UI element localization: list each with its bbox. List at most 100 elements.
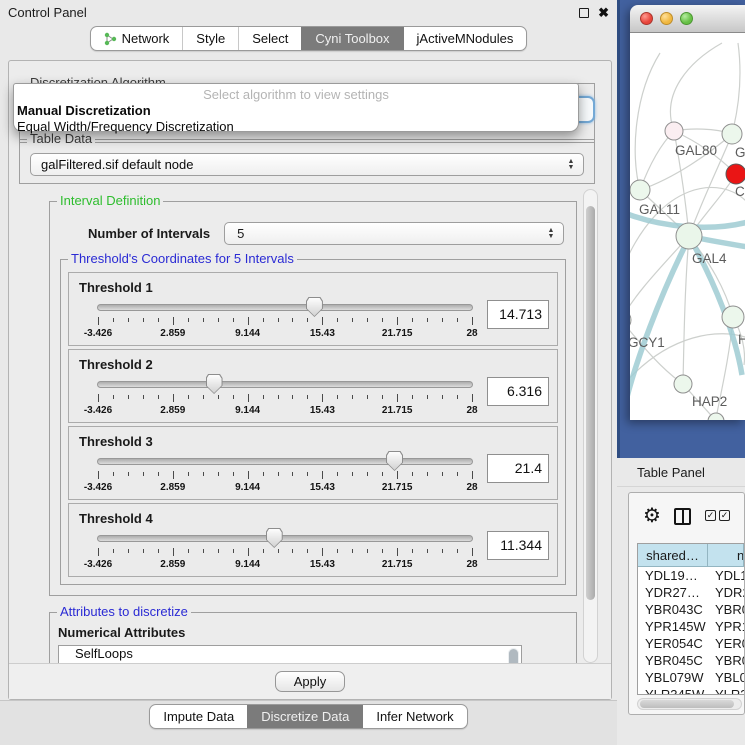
node-gal11[interactable] [630,180,650,200]
slider-ticks [98,394,472,403]
tick-label: 21.715 [382,559,413,570]
dropdown-placeholder-option[interactable]: Select algorithm to view settings [14,87,578,103]
tab-infer-network[interactable]: Infer Network [362,705,466,728]
tick-label: 15.43 [310,559,335,570]
table-row[interactable]: YDR27…YDR2 [638,584,744,601]
cell[interactable]: YBL0 [708,669,744,686]
threshold-2-slider[interactable]: -3.4262.8599.14415.4321.71528 [97,372,473,420]
table-row[interactable]: YBL079WYBL0 [638,669,744,686]
table-row[interactable]: YLR345WYLR3 [638,686,744,695]
cell[interactable]: YDR27… [638,584,708,601]
tick-label: 9.144 [235,328,260,339]
slider-track[interactable] [97,304,473,311]
tab-discretize-data[interactable]: Discretize Data [247,705,362,728]
cell[interactable]: YBR043C [638,601,708,618]
cell[interactable]: YPR1 [708,618,744,635]
threshold-4-value-field[interactable] [487,531,549,560]
tab-jactivemnodules[interactable]: jActiveMNodules [403,27,527,50]
threshold-1-value-field[interactable] [487,300,549,329]
slider-thumb[interactable] [306,297,323,317]
apply-button[interactable]: Apply [275,671,346,692]
node-gcy1[interactable] [630,310,631,330]
slider-track[interactable] [97,381,473,388]
node-top-right[interactable] [722,124,742,144]
float-window-icon[interactable] [579,8,589,18]
column-browser-icon[interactable] [674,508,691,525]
table-row[interactable]: YDL19…YDL1 [638,567,744,584]
cell[interactable]: YER054C [638,635,708,652]
settings-scrollbar-thumb[interactable] [586,206,595,600]
list-scrollbar-thumb[interactable] [509,649,518,663]
close-icon[interactable]: ✖ [598,0,609,26]
cell[interactable]: YBR045C [638,652,708,669]
tab-select[interactable]: Select [238,27,301,50]
cell[interactable]: YDR2 [708,584,744,601]
cell[interactable]: YDL19… [638,567,708,584]
tick-label: -3.426 [84,405,112,416]
tick-label: 15.43 [310,328,335,339]
tick-mark [173,317,174,325]
dropdown-option-equal-width-frequency[interactable]: Equal Width/Frequency Discretization [14,119,578,135]
slider-track[interactable] [97,458,473,465]
table-horizontal-scrollbar-thumb[interactable] [640,700,734,708]
dropdown-option-manual-discretization[interactable]: Manual Discretization [14,103,578,119]
column-header-name[interactable]: na [708,544,744,567]
table-horizontal-scrollbar[interactable] [637,698,742,710]
node-table-container: ⚙ ✓ ✓ shared… na YDL19…YDL1 YDR27…YDR2 Y… [628,492,745,715]
settings-scrollbar[interactable] [583,189,598,663]
cell[interactable]: YER0 [708,635,744,652]
tab-style[interactable]: Style [182,27,238,50]
node-gal4[interactable] [676,223,702,249]
table-row[interactable]: YER054CYER0 [638,635,744,652]
table-row[interactable]: YPR145WYPR1 [638,618,744,635]
slider-thumb[interactable] [206,374,223,394]
panel-title: Control Panel [8,5,87,20]
table-row[interactable]: YBR045CYBR0 [638,652,744,669]
table-row[interactable]: YBR043CYBR0 [638,601,744,618]
minimize-traffic-light-icon[interactable] [660,12,673,25]
cell[interactable]: YLR345W [638,686,708,695]
cell[interactable]: YBR0 [708,601,744,618]
select-columns-icon[interactable]: ✓ ✓ [705,510,730,521]
cell[interactable]: YPR145W [638,618,708,635]
slider-thumb[interactable] [386,451,403,471]
threshold-2-value-field[interactable] [487,377,549,406]
network-canvas[interactable]: GAL80 G C GAL11 GAL4 GCY1 H HAP2 [630,33,745,420]
list-scrollbar[interactable] [508,648,519,663]
cell[interactable]: YDL1 [708,567,744,584]
table-panel-titlebar: Table Panel [617,458,745,487]
tick-label: 2.859 [160,482,185,493]
tab-network[interactable]: Network [91,27,183,50]
threshold-3-slider[interactable]: -3.4262.8599.14415.4321.71528 [97,449,473,497]
tick-mark [143,395,144,399]
zoom-traffic-light-icon[interactable] [680,12,693,25]
tick-mark [457,549,458,553]
node-hap2[interactable] [674,375,692,393]
tick-mark [158,318,159,322]
threshold-1-slider[interactable]: -3.4262.8599.14415.4321.71528 [97,295,473,343]
node-right-mid[interactable] [722,306,744,328]
column-header-shared-name[interactable]: shared… [638,544,708,567]
list-item[interactable]: SelfLoops [59,646,521,661]
threshold-3-value-field[interactable] [487,454,549,483]
slider-thumb[interactable] [266,528,283,548]
gear-icon[interactable]: ⚙ [643,503,661,528]
tab-cyni-toolbox[interactable]: Cyni Toolbox [301,27,402,50]
cell[interactable]: YBR0 [708,652,744,669]
close-traffic-light-icon[interactable] [640,12,653,25]
tick-mark [143,472,144,476]
slider-track[interactable] [97,535,473,542]
threshold-4-slider[interactable]: -3.4262.8599.14415.4321.71528 [97,526,473,574]
tick-mark [188,549,189,553]
tick-mark [337,472,338,476]
table-data-combo[interactable]: galFiltered.sif default node ▲▼ [30,153,584,176]
cell[interactable]: YLR3 [708,686,744,695]
number-of-intervals-combo[interactable]: 5 ▲▼ [224,222,564,245]
node-gal80[interactable] [665,122,683,140]
tab-impute-data[interactable]: Impute Data [150,705,247,728]
cell[interactable]: YBL079W [638,669,708,686]
tick-mark [412,395,413,399]
node-red-selected[interactable] [726,164,745,184]
tick-mark [218,472,219,476]
tick-label: 2.859 [160,405,185,416]
